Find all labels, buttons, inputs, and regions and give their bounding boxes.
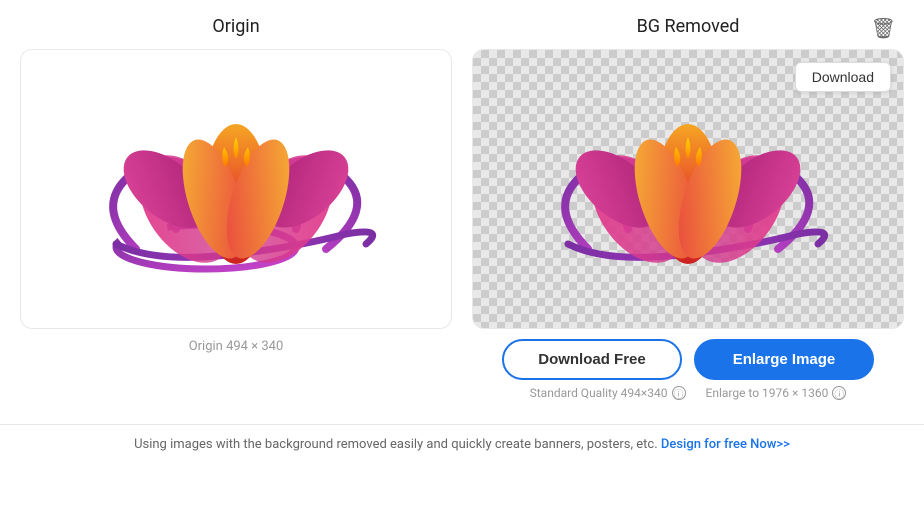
- origin-image-box: [20, 49, 452, 329]
- origin-lotus: [76, 79, 396, 299]
- standard-quality-text: Standard Quality 494×340 ⓘ: [530, 386, 686, 400]
- bg-removed-panel: BG Removed 🗑 Download: [472, 16, 904, 400]
- lotus-svg-bgremoved: [528, 79, 848, 299]
- download-floating-button[interactable]: Download: [795, 62, 891, 92]
- standard-quality-info-icon[interactable]: ⓘ: [672, 386, 686, 400]
- origin-panel: Origin: [20, 16, 452, 354]
- enlarge-quality-info-icon[interactable]: ⓘ: [832, 386, 846, 400]
- enlarge-quality-text: Enlarge to 1976 × 1360 ⓘ: [706, 386, 847, 400]
- footer-link[interactable]: Design for free Now>>: [661, 437, 790, 452]
- quality-row: Standard Quality 494×340 ⓘ Enlarge to 19…: [472, 386, 904, 400]
- action-row: Download Free Enlarge Image: [472, 339, 904, 380]
- download-free-button[interactable]: Download Free: [502, 339, 682, 380]
- lotus-svg-origin: [76, 79, 396, 299]
- main-container: Origin: [0, 0, 924, 464]
- footer-text: Using images with the background removed…: [134, 437, 658, 452]
- images-row: Origin: [0, 0, 924, 408]
- origin-label: Origin 494 × 340: [189, 339, 284, 354]
- bg-removed-title: BG Removed: [637, 16, 740, 37]
- footer-bar: Using images with the background removed…: [0, 424, 924, 464]
- origin-title: Origin: [212, 16, 259, 37]
- enlarge-button[interactable]: Enlarge Image: [694, 339, 874, 380]
- bg-removed-image-box: Download: [472, 49, 904, 329]
- bg-removed-header: BG Removed 🗑: [472, 16, 904, 37]
- bg-removed-lotus: [528, 79, 848, 299]
- delete-button[interactable]: 🗑: [863, 12, 904, 45]
